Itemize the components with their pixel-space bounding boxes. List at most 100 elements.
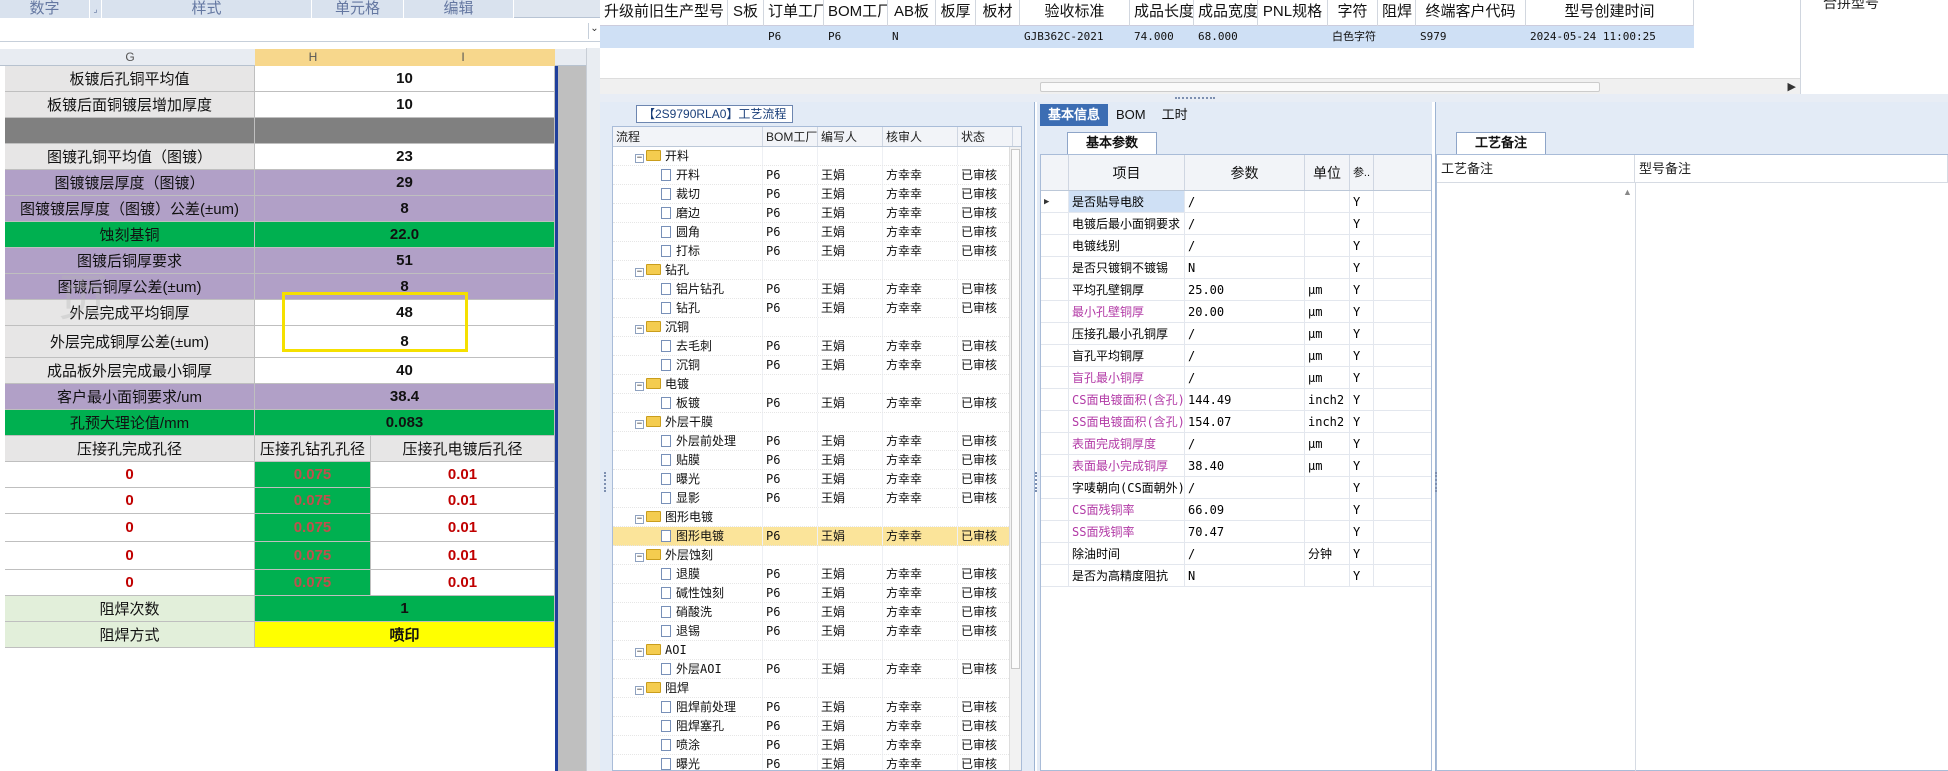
process-name-cell[interactable]: − 阻焊 — [613, 679, 763, 697]
param-item-cell[interactable]: 是否贴导电胶 — [1069, 191, 1185, 212]
hole-finish-cell[interactable]: 0 — [5, 488, 255, 514]
row-label-cell[interactable]: 板镀后孔铜平均值 — [5, 66, 255, 92]
param-flag-cell[interactable]: Y — [1350, 455, 1374, 476]
row-label-cell[interactable]: 蚀刻基铜 — [5, 222, 255, 248]
model-cell[interactable]: N — [888, 26, 936, 48]
param-item-cell[interactable]: CS面电镀面积(含孔) — [1069, 389, 1185, 410]
param-flag-cell[interactable]: Y — [1350, 521, 1374, 542]
param-flag-cell[interactable]: Y — [1350, 345, 1374, 366]
param-unit-cell[interactable]: inch2 — [1305, 411, 1350, 432]
remarks-collapse-grip-icon[interactable] — [1435, 472, 1439, 492]
param-row[interactable]: 是否为高精度阻抗 N Y — [1041, 565, 1431, 587]
hole-plated-cell[interactable]: 0.01 — [371, 462, 555, 488]
process-name[interactable]: 铝片钻孔 — [676, 282, 724, 296]
process-name[interactable]: 阻焊前处理 — [676, 700, 736, 714]
process-name-cell[interactable]: − 沉铜 — [613, 318, 763, 336]
col-process[interactable]: 流程 — [613, 127, 763, 146]
hole-header-cell[interactable]: 压接孔钻孔孔径 — [255, 436, 371, 462]
param-flag-cell[interactable]: Y — [1350, 389, 1374, 410]
model-cell[interactable] — [936, 26, 976, 48]
process-name-cell[interactable]: 板镀 — [613, 394, 763, 412]
model-cell[interactable]: 74.000 — [1130, 26, 1194, 48]
collapse-icon[interactable]: − — [635, 553, 644, 562]
formula-expand-icon[interactable]: ⌄ — [588, 23, 600, 39]
param-value-cell[interactable]: N — [1185, 257, 1305, 278]
hole-drill-cell[interactable]: 0.075 — [255, 462, 371, 488]
model-cell[interactable]: 68.000 — [1194, 26, 1258, 48]
process-name[interactable]: 贴膜 — [676, 453, 700, 467]
model-cell[interactable]: P6 — [764, 26, 824, 48]
collapse-icon[interactable]: − — [635, 268, 644, 277]
hole-finish-cell[interactable]: 0 — [5, 514, 255, 542]
solder-count-value[interactable]: 1 — [255, 596, 555, 622]
process-name[interactable]: AOI — [665, 643, 687, 657]
process-name[interactable]: 曝光 — [676, 472, 700, 486]
process-name[interactable]: 退锡 — [676, 624, 700, 638]
process-row[interactable]: − 图形电镀 — [613, 508, 1021, 527]
scroll-up-icon[interactable]: ▲ — [1623, 187, 1632, 197]
row-label-cell[interactable]: 图镀镀层厚度（图镀） — [5, 170, 255, 196]
col-flag[interactable]: 参.. — [1350, 155, 1374, 190]
process-row[interactable]: − 外层干膜 — [613, 413, 1021, 432]
model-col-header[interactable]: 字符 — [1328, 0, 1378, 26]
col-status[interactable]: 状态 — [958, 127, 1013, 146]
process-name-cell[interactable]: 阻焊前处理 — [613, 698, 763, 716]
param-row[interactable]: CS面电镀面积(含孔) 144.49 inch2 Y — [1041, 389, 1431, 411]
process-name-cell[interactable]: 去毛刺 — [613, 337, 763, 355]
param-flag-cell[interactable]: Y — [1350, 565, 1374, 586]
ribbon-group-editing[interactable]: 编辑 — [404, 0, 514, 18]
process-name[interactable]: 打标 — [676, 244, 700, 258]
process-row[interactable]: 退膜 P6 王娟 方幸幸 已审核 — [613, 565, 1021, 584]
row-value-cell[interactable]: 10 — [255, 66, 555, 92]
model-col-header[interactable]: 阻焊 — [1378, 0, 1416, 26]
process-name[interactable]: 退膜 — [676, 567, 700, 581]
horizontal-splitter[interactable] — [600, 94, 1948, 102]
process-name-cell[interactable]: − 外层干膜 — [613, 413, 763, 431]
param-flag-cell[interactable]: Y — [1350, 433, 1374, 454]
param-flag-cell[interactable]: Y — [1350, 213, 1374, 234]
param-unit-cell[interactable] — [1305, 213, 1350, 234]
param-row[interactable]: CS面残铜率 66.09 Y — [1041, 499, 1431, 521]
model-col-header[interactable]: 验收标准 — [1020, 0, 1130, 26]
row-value-cell[interactable]: 40 — [255, 358, 555, 384]
row-label-cell[interactable]: 板镀后面铜镀层增加厚度 — [5, 92, 255, 118]
process-name-cell[interactable]: − 钻孔 — [613, 261, 763, 279]
param-row[interactable]: 盲孔最小铜厚 / μm Y — [1041, 367, 1431, 389]
process-row[interactable]: − AOI — [613, 641, 1021, 660]
param-row[interactable]: 表面最小完成铜厚 38.40 μm Y — [1041, 455, 1431, 477]
process-name[interactable]: 沉铜 — [676, 358, 700, 372]
ribbon-group-styles[interactable]: 样式 — [102, 0, 312, 18]
process-name[interactable]: 外层前处理 — [676, 434, 736, 448]
tab-process-remarks[interactable]: 工艺备注 — [1456, 132, 1547, 154]
process-row[interactable]: 阻焊前处理 P6 王娟 方幸幸 已审核 — [613, 698, 1021, 717]
process-name[interactable]: 外层干膜 — [665, 415, 713, 429]
process-name[interactable]: 电镀 — [665, 377, 689, 391]
param-item-cell[interactable]: 压接孔最小孔铜厚 — [1069, 323, 1185, 344]
row-label-cell[interactable]: 外层完成平均铜厚 — [5, 300, 255, 326]
process-name[interactable]: 去毛刺 — [676, 339, 712, 353]
param-item-cell[interactable]: 除油时间 — [1069, 543, 1185, 564]
model-cell[interactable] — [600, 26, 728, 48]
scroll-thumb[interactable] — [1011, 149, 1020, 669]
ribbon-group-number[interactable]: 数字 — [0, 0, 90, 18]
splitter-grip-icon[interactable] — [1175, 97, 1215, 99]
tab-basic-params[interactable]: 基本参数 — [1067, 132, 1158, 154]
process-name-cell[interactable]: 阻焊塞孔 — [613, 717, 763, 735]
column-header-h[interactable]: H — [255, 49, 371, 66]
process-name-cell[interactable]: 曝光 — [613, 755, 763, 770]
collapse-icon[interactable]: − — [635, 515, 644, 524]
process-name[interactable]: 碱性蚀刻 — [676, 586, 724, 600]
hole-finish-cell[interactable]: 0 — [5, 570, 255, 596]
process-row[interactable]: − 开料 — [613, 147, 1021, 166]
row-value-cell[interactable]: 10 — [255, 92, 555, 118]
row-value-cell[interactable]: 51 — [255, 248, 555, 274]
hole-header-cell[interactable]: 压接孔完成孔径 — [5, 436, 255, 462]
param-value-cell[interactable]: 66.09 — [1185, 499, 1305, 520]
process-name-cell[interactable]: 喷涂 — [613, 736, 763, 754]
process-row[interactable]: 钻孔 P6 王娟 方幸幸 已审核 — [613, 299, 1021, 318]
param-value-cell[interactable]: / — [1185, 345, 1305, 366]
tab-basic-info[interactable]: 基本信息 — [1040, 104, 1109, 126]
param-unit-cell[interactable] — [1305, 521, 1350, 542]
process-row[interactable]: 阻焊塞孔 P6 王娟 方幸幸 已审核 — [613, 717, 1021, 736]
model-col-header[interactable]: 成品宽度 — [1194, 0, 1258, 26]
